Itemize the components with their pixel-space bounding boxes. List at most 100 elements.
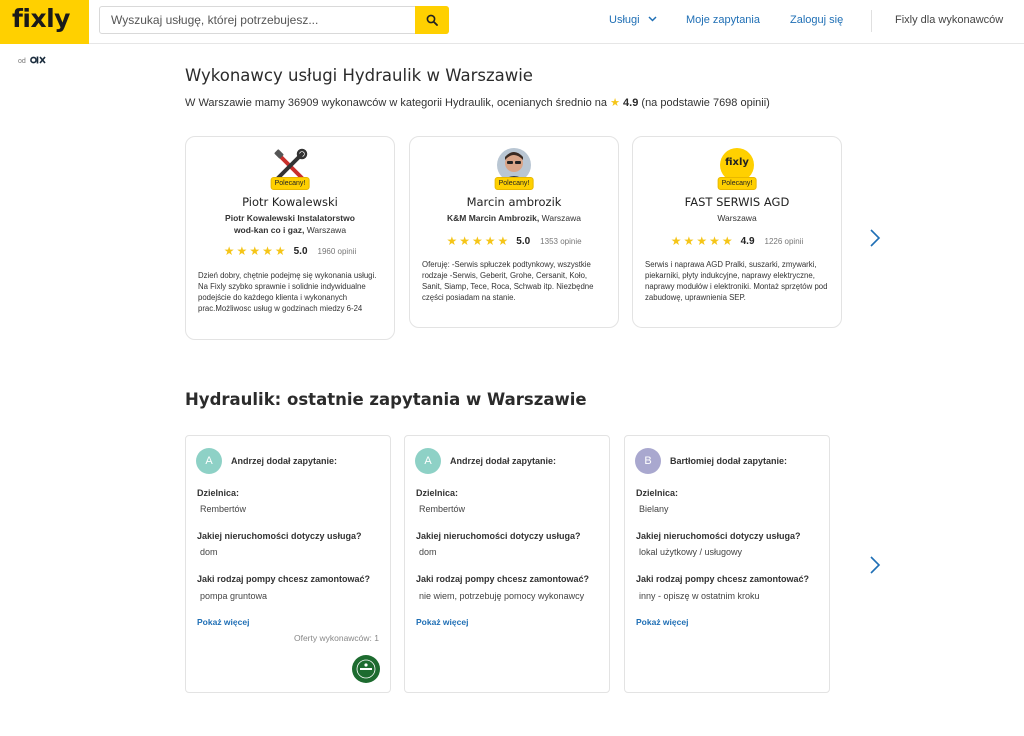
fixly-logo[interactable]: fixly <box>0 0 89 44</box>
od-olx-badge: od <box>18 56 46 67</box>
star-icon: ★ <box>696 234 708 248</box>
answer-value: lokal użytkowy / usługowy <box>639 547 743 557</box>
nav-divider <box>871 10 872 32</box>
contractor-card[interactable]: Polecany! Marcin ambrozik K&M Marcin Amb… <box>409 136 619 328</box>
review-count: 1226 opinii <box>764 236 804 246</box>
answer-value: dom <box>200 547 218 557</box>
star-icon: ★ <box>709 234 720 248</box>
star-icon: ★ <box>683 234 695 248</box>
question-label: Jakiej nieruchomości dotyczy usługa? <box>197 531 362 541</box>
contractors-title: Wykonawcy usługi Hydraulik w Warszawie <box>185 66 533 85</box>
show-more-link[interactable]: Pokaż więcej <box>416 617 468 627</box>
chevron-right-icon[interactable] <box>868 228 882 248</box>
rating-value: 4.9 <box>740 235 755 247</box>
request-card[interactable]: B Bartłomiej dodał zapytanie: Dzielnica:… <box>624 435 830 693</box>
star-icon: ★ <box>484 234 496 248</box>
avatar: A <box>196 448 222 474</box>
star-icon: ★ <box>471 234 483 248</box>
search-bar[interactable] <box>99 6 449 34</box>
rating-value: 5.0 <box>516 235 531 247</box>
offers-count: Oferty wykonawców: 1 <box>293 633 379 643</box>
question-label: Jaki rodzaj pompy chcesz zamontować? <box>416 574 590 584</box>
olx-logo-icon <box>29 56 46 64</box>
show-more-link[interactable]: Pokaż więcej <box>636 617 688 627</box>
question-label: Jaki rodzaj pompy chcesz zamontować? <box>197 574 371 584</box>
answer-value: Rembertów <box>419 504 466 514</box>
contractor-card[interactable]: fixly Polecany! FAST SERWIS AGD Warszawa… <box>632 136 842 328</box>
chevron-down-icon[interactable] <box>648 16 657 22</box>
star-icon: ★ <box>446 234 458 248</box>
show-more-link[interactable]: Pokaż więcej <box>197 617 249 627</box>
contractor-company: Piotr Kowalewski Instalatorstwo wod-kan … <box>186 212 394 236</box>
polecany-badge: Polecany! <box>494 177 534 190</box>
answer-value: pompa gruntowa <box>200 591 268 601</box>
question-label: Jakiej nieruchomości dotyczy usługa? <box>636 531 801 541</box>
company-city: Warszawa <box>717 213 757 223</box>
search-button[interactable] <box>415 6 449 34</box>
answer-value: inny - opiszę w ostatnim kroku <box>639 591 760 601</box>
chevron-right-icon[interactable] <box>868 555 882 575</box>
rating-value: 5.0 <box>293 245 308 257</box>
company-city: Warszawa <box>541 213 581 223</box>
nav-moje-zapytania[interactable]: Moje zapytania <box>686 14 760 26</box>
request-card[interactable]: A Andrzej dodał zapytanie: Dzielnica: Re… <box>185 435 391 693</box>
search-icon <box>426 14 438 26</box>
question-label: Dzielnica: <box>636 488 679 498</box>
answer-value: nie wiem, potrzebuję pomocy wykonawcy <box>419 591 585 601</box>
od-label: od <box>18 58 26 65</box>
request-author: Andrzej dodał zapytanie: <box>450 456 557 466</box>
star-icon: ★ <box>721 234 733 248</box>
star-icon: ★ <box>670 234 682 248</box>
star-icon: ★ <box>459 234 470 248</box>
subtitle-text-post: (na podstawie 7698 opinii) <box>641 97 770 109</box>
polecany-badge: Polecany! <box>270 177 310 190</box>
request-author: Andrzej dodał zapytanie: <box>231 456 338 466</box>
rating-row: ★ ★ ★ ★ ★ 5.0 1353 opinie <box>410 235 618 247</box>
review-count: 1353 opinie <box>540 236 582 246</box>
olx-logo <box>29 56 46 67</box>
contractor-description: Serwis i naprawa AGD Pralki, suszarki, z… <box>645 260 828 302</box>
avatar: B <box>635 448 661 474</box>
avatar: A <box>415 448 441 474</box>
contractor-description: Oferuję: -Serwis spłuczek podtynkowy, ws… <box>422 260 594 302</box>
nav-uslugi[interactable]: Usługi <box>609 14 640 26</box>
question-label: Jakiej nieruchomości dotyczy usługa? <box>416 531 581 541</box>
nav-fixly-dla-wykonawcow[interactable]: Fixly dla wykonawców <box>895 14 1003 26</box>
contractors-subtitle: W Warszawie mamy 36909 wykonawców w kate… <box>185 96 770 109</box>
review-count: 1960 opinii <box>317 246 357 256</box>
star-icon: ★ <box>497 234 509 248</box>
request-card[interactable]: A Andrzej dodał zapytanie: Dzielnica: Re… <box>404 435 610 693</box>
star-icon: ★ <box>249 244 261 258</box>
star-icon: ★ <box>223 244 235 258</box>
search-input[interactable] <box>100 7 416 33</box>
nav-zaloguj[interactable]: Zaloguj się <box>790 14 843 26</box>
contractor-name[interactable]: Marcin ambrozik <box>410 195 618 209</box>
company-logo-icon <box>356 659 376 679</box>
question-label: Dzielnica: <box>197 488 240 498</box>
star-icon: ★ <box>610 97 620 109</box>
average-rating: 4.9 <box>623 97 639 109</box>
request-author: Bartłomiej dodał zapytanie: <box>670 456 788 466</box>
star-icon: ★ <box>274 244 286 258</box>
contractor-card[interactable]: Polecany! Piotr Kowalewski Piotr Kowalew… <box>185 136 395 340</box>
star-icon: ★ <box>262 244 273 258</box>
rating-row: ★ ★ ★ ★ ★ 5.0 1960 opinii <box>186 245 394 257</box>
contractor-company: Warszawa <box>633 212 841 224</box>
contractor-description: Dzień dobry, chętnie podejmę się wykonan… <box>198 271 377 313</box>
answer-value: dom <box>419 547 437 557</box>
fixly-avatar-logo: fixly <box>725 156 749 168</box>
company-city: Warszawa <box>306 225 347 235</box>
contractor-name[interactable]: FAST SERWIS AGD <box>633 195 841 209</box>
requests-title: Hydraulik: ostatnie zapytania w Warszawi… <box>185 390 587 409</box>
contractor-logo[interactable] <box>352 655 380 683</box>
contractor-company: K&M Marcin Ambrozik, Warszawa <box>410 212 618 224</box>
question-label: Jaki rodzaj pompy chcesz zamontować? <box>636 574 810 584</box>
contractor-name[interactable]: Piotr Kowalewski <box>186 195 394 209</box>
rating-row: ★ ★ ★ ★ ★ 4.9 1226 opinii <box>633 235 841 247</box>
polecany-badge: Polecany! <box>717 177 757 190</box>
answer-value: Rembertów <box>200 504 247 514</box>
star-icon: ★ <box>236 244 248 258</box>
top-header: fixly Usługi Moje zapytania Zaloguj się … <box>0 0 1024 44</box>
fixly-logo-text[interactable]: fixly <box>12 4 70 33</box>
company-name: K&M Marcin Ambrozik, <box>447 213 540 223</box>
